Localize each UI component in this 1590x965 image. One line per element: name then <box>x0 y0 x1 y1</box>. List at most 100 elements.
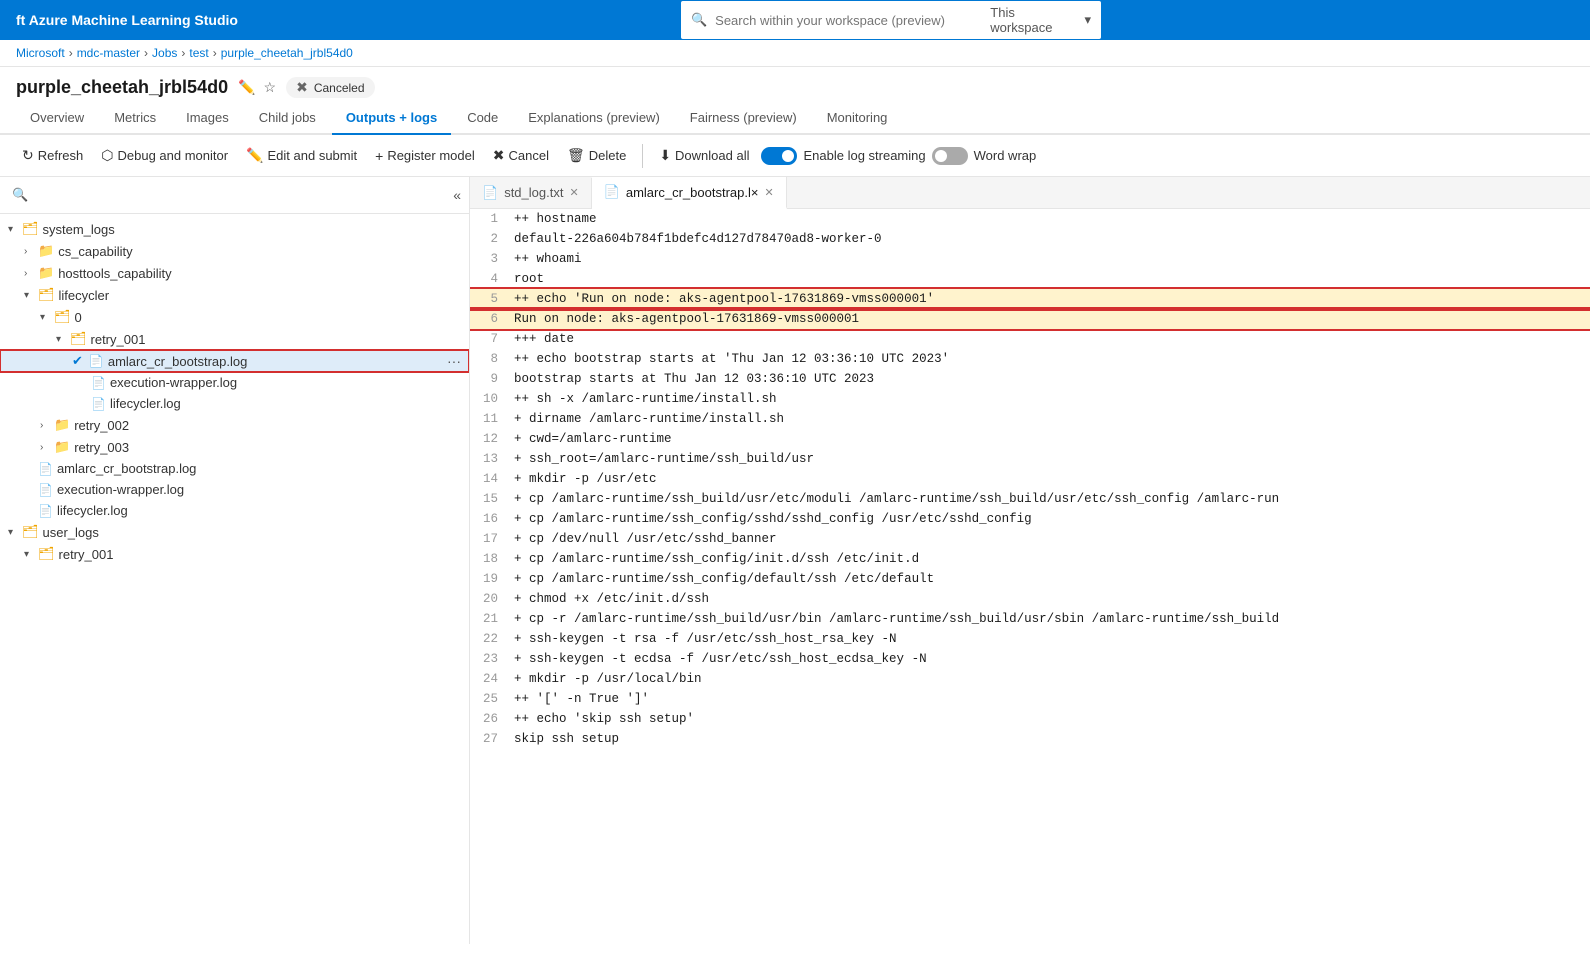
edit-pencil-icon[interactable]: ✏️ <box>238 79 255 96</box>
code-line: 25++ '[' -n True ']' <box>470 689 1590 709</box>
tree-item-amlarc-bootstrap-2[interactable]: 📄 amlarc_cr_bootstrap.log <box>0 458 469 479</box>
tree-item-system-logs[interactable]: ▾ 🗂 system_logs <box>0 218 469 240</box>
tab-explanations[interactable]: Explanations (preview) <box>514 102 674 135</box>
breadcrumb-test[interactable]: test <box>189 46 208 60</box>
delete-icon: 🗑 <box>567 147 585 164</box>
code-line: 14+ mkdir -p /usr/etc <box>470 469 1590 489</box>
code-tab-label: std_log.txt <box>504 185 563 200</box>
code-line: 4root <box>470 269 1590 289</box>
log-streaming-toggle[interactable] <box>761 147 797 165</box>
tree-item-execution-wrapper-2[interactable]: 📄 execution-wrapper.log <box>0 479 469 500</box>
tab-child-jobs[interactable]: Child jobs <box>245 102 330 135</box>
tab-outputs-logs[interactable]: Outputs + logs <box>332 102 451 135</box>
code-line: 24+ mkdir -p /usr/local/bin <box>470 669 1590 689</box>
cancel-icon: ✖ <box>493 147 505 164</box>
code-line: 3++ whoami <box>470 249 1590 269</box>
tree-item-lifecycler-log[interactable]: 📄 lifecycler.log <box>0 393 469 414</box>
tree-item-execution-wrapper[interactable]: 📄 execution-wrapper.log <box>0 372 469 393</box>
code-line: 11+ dirname /amlarc-runtime/install.sh <box>470 409 1590 429</box>
status-icon: ✖ <box>296 79 308 96</box>
tree-item-retry002[interactable]: › 📁 retry_002 <box>0 414 469 436</box>
collapse-tree-button[interactable]: « <box>453 187 461 203</box>
folder-icon: 📁 <box>38 265 54 281</box>
download-all-button[interactable]: ⬇ Download all <box>653 143 755 168</box>
file-icon: 📄 <box>89 354 104 368</box>
tree-item-lifecycler-log-2[interactable]: 📄 lifecycler.log <box>0 500 469 521</box>
log-streaming-label: Enable log streaming <box>803 148 925 163</box>
folder-icon: 📁 <box>54 417 70 433</box>
toolbar: ↻ Refresh ⬡ Debug and monitor ✏️ Edit an… <box>0 135 1590 177</box>
code-line: 15+ cp /amlarc-runtime/ssh_build/usr/etc… <box>470 489 1590 509</box>
tab-code[interactable]: Code <box>453 102 512 135</box>
tab-monitoring[interactable]: Monitoring <box>813 102 902 135</box>
cancel-button[interactable]: ✖ Cancel <box>487 143 555 168</box>
tree-item-retry003[interactable]: › 📁 retry_003 <box>0 436 469 458</box>
folder-icon: 🗂 <box>38 546 55 562</box>
download-label: Download all <box>675 148 749 163</box>
tree-item-label: system_logs <box>43 222 115 237</box>
delete-button[interactable]: 🗑 Delete <box>561 143 632 168</box>
tree-item-zero[interactable]: ▾ 🗂 0 <box>0 306 469 328</box>
toolbar-separator <box>642 144 643 168</box>
code-line: 13+ ssh_root=/amlarc-runtime/ssh_build/u… <box>470 449 1590 469</box>
expand-arrow: ▾ <box>56 334 66 345</box>
tab-images[interactable]: Images <box>172 102 243 135</box>
tree-item-cs-capability[interactable]: › 📁 cs_capability <box>0 240 469 262</box>
breadcrumb-jobs[interactable]: Jobs <box>152 46 177 60</box>
code-line: 8++ echo bootstrap starts at 'Thu Jan 12… <box>470 349 1590 369</box>
tree-item-amlarc-bootstrap-selected[interactable]: ✔ 📄 amlarc_cr_bootstrap.log ··· <box>0 350 469 372</box>
more-options-button[interactable]: ··· <box>447 353 461 369</box>
code-tab-amlarc-bootstrap[interactable]: 📄 amlarc_cr_bootstrap.l× ✕ <box>592 177 787 209</box>
tree-item-retry001[interactable]: ▾ 🗂 retry_001 <box>0 328 469 350</box>
code-body: 1++ hostname 2default-226a604b784f1bdefc… <box>470 209 1590 944</box>
tree-item-label: retry_003 <box>74 440 129 455</box>
search-bar[interactable]: 🔍 This workspace ▾ <box>681 1 1101 39</box>
file-tree-panel: 🔍 « ▾ 🗂 system_logs › 📁 cs_capability › … <box>0 177 470 944</box>
file-tab-icon: 📄 <box>604 184 620 200</box>
tree-item-label: lifecycler.log <box>110 396 181 411</box>
search-input[interactable] <box>715 13 982 28</box>
register-label: Register model <box>387 148 474 163</box>
code-line: 27skip ssh setup <box>470 729 1590 749</box>
expand-arrow: ▾ <box>8 527 18 538</box>
edit-submit-button[interactable]: ✏️ Edit and submit <box>240 143 363 168</box>
breadcrumb-current[interactable]: purple_cheetah_jrbl54d0 <box>221 46 353 60</box>
favorite-star-icon[interactable]: ☆ <box>264 79 277 96</box>
download-icon: ⬇ <box>659 147 671 164</box>
folder-icon: 📁 <box>54 439 70 455</box>
refresh-button[interactable]: ↻ Refresh <box>16 143 89 168</box>
code-line: 26++ echo 'skip ssh setup' <box>470 709 1590 729</box>
tab-overview[interactable]: Overview <box>16 102 98 135</box>
word-wrap-toggle[interactable] <box>932 147 968 165</box>
tree-item-user-logs[interactable]: ▾ 🗂 user_logs <box>0 521 469 543</box>
register-model-button[interactable]: + Register model <box>369 144 481 168</box>
debug-monitor-button[interactable]: ⬡ Debug and monitor <box>95 143 234 168</box>
expand-arrow: ▾ <box>8 224 18 235</box>
code-line-highlighted-5: 5++ echo 'Run on node: aks-agentpool-176… <box>470 289 1590 309</box>
close-tab-icon[interactable]: ✕ <box>569 186 578 199</box>
breadcrumb-mdc-master[interactable]: mdc-master <box>77 46 140 60</box>
tab-metrics[interactable]: Metrics <box>100 102 170 135</box>
tree-item-lifecycler[interactable]: ▾ 🗂 lifecycler <box>0 284 469 306</box>
tree-item-user-retry001[interactable]: ▾ 🗂 retry_001 <box>0 543 469 565</box>
code-line: 16+ cp /amlarc-runtime/ssh_config/sshd/s… <box>470 509 1590 529</box>
code-line: 12+ cwd=/amlarc-runtime <box>470 429 1590 449</box>
code-line: 18+ cp /amlarc-runtime/ssh_config/init.d… <box>470 549 1590 569</box>
tree-item-hosttools-capability[interactable]: › 📁 hosttools_capability <box>0 262 469 284</box>
delete-label: Delete <box>589 148 627 163</box>
file-icon: 📄 <box>38 504 53 518</box>
code-tab-std-log[interactable]: 📄 std_log.txt ✕ <box>470 178 592 208</box>
check-icon: ✔ <box>72 353 83 369</box>
close-tab-icon[interactable]: ✕ <box>764 186 773 199</box>
file-icon: 📄 <box>91 376 106 390</box>
file-tree-search[interactable]: 🔍 <box>8 183 32 207</box>
tab-fairness[interactable]: Fairness (preview) <box>676 102 811 135</box>
code-line: 20+ chmod +x /etc/init.d/ssh <box>470 589 1590 609</box>
code-line: 1++ hostname <box>470 209 1590 229</box>
breadcrumb-microsoft[interactable]: Microsoft <box>16 46 65 60</box>
file-icon: 📄 <box>91 397 106 411</box>
tree-item-label: amlarc_cr_bootstrap.log <box>57 461 196 476</box>
expand-arrow: ▾ <box>24 549 34 560</box>
tree-item-label: 0 <box>75 310 82 325</box>
expand-arrow: › <box>24 268 34 279</box>
